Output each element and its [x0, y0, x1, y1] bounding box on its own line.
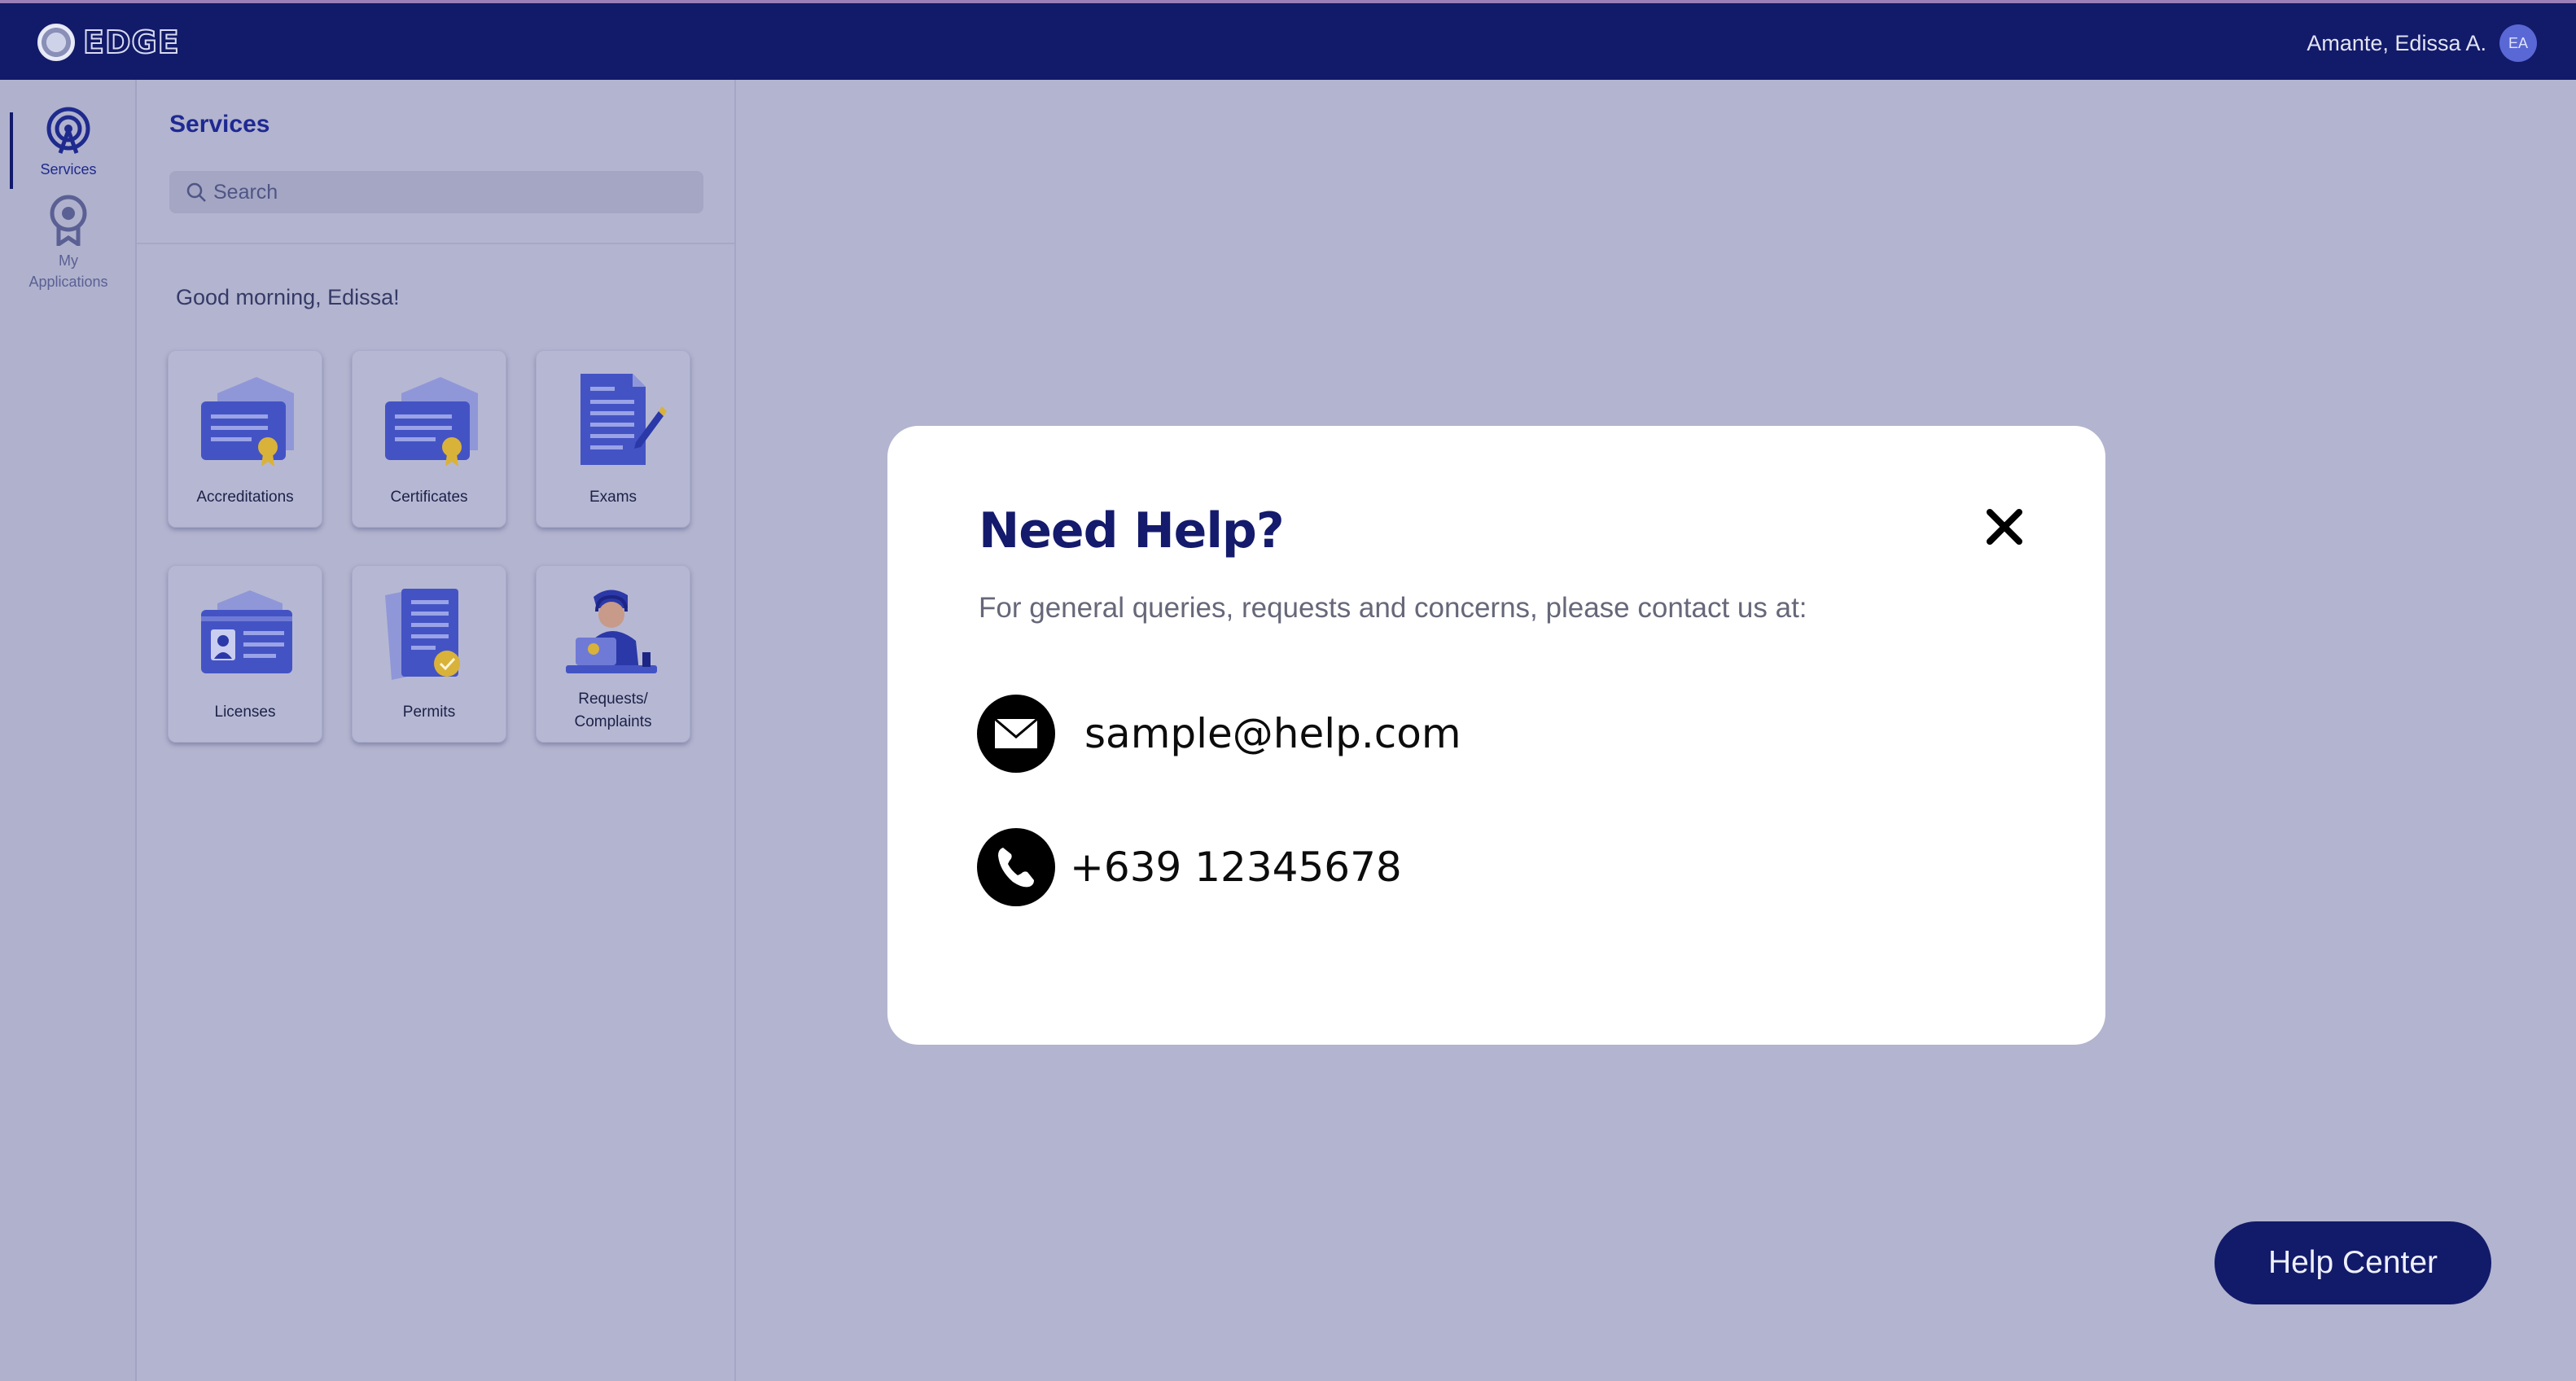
service-card-requests-complaints[interactable]: Requests/ Complaints — [536, 565, 690, 743]
service-card-exams[interactable]: Exams — [536, 350, 690, 528]
support-agent-icon — [566, 590, 657, 673]
card-label: Accreditations — [196, 489, 294, 506]
search-box[interactable] — [169, 171, 703, 213]
certificate-icon — [385, 377, 478, 467]
dialog-subtitle: For general queries, requests and concer… — [979, 592, 1807, 624]
search-input[interactable] — [212, 179, 695, 205]
phone-contact[interactable]: +639 12345678 — [977, 828, 1402, 906]
logo-text: EDGE — [82, 24, 180, 60]
app-logo[interactable]: EDGE — [37, 20, 180, 65]
rail-item-services[interactable]: Services — [0, 96, 137, 189]
card-label: Exams — [589, 489, 637, 506]
panel-title: Services — [169, 111, 270, 138]
search-icon — [186, 182, 206, 202]
broadcast-icon — [46, 107, 90, 154]
user-menu[interactable]: Amante, Edissa A. EA — [2307, 24, 2537, 62]
card-label: Permits — [402, 704, 456, 721]
divider — [137, 243, 734, 244]
service-card-permits[interactable]: Permits — [352, 565, 506, 743]
certificate-icon — [201, 377, 294, 467]
phone-icon — [977, 828, 1055, 906]
email-link[interactable]: sample@help.com — [1084, 710, 1461, 757]
card-label-line2: Complaints — [574, 713, 652, 730]
service-card-accreditations[interactable]: Accreditations — [168, 350, 322, 528]
permit-document-icon — [385, 589, 460, 680]
phone-number[interactable]: +639 12345678 — [1070, 844, 1402, 891]
rail-label-my: My — [59, 252, 78, 269]
help-center-button[interactable]: Help Center — [2215, 1221, 2491, 1304]
top-bar: EDGE Amante, Edissa A. EA — [0, 0, 2576, 80]
service-card-licenses[interactable]: Licenses — [168, 565, 322, 743]
exam-document-icon — [580, 374, 667, 465]
rail-item-my-applications[interactable]: My Applications — [0, 194, 137, 292]
rail-label-applications: Applications — [28, 274, 108, 290]
left-rail: Services My Applications — [0, 80, 137, 1381]
seal-icon — [37, 24, 75, 61]
services-panel: Services Good morning, Edissa! Accredita… — [137, 80, 736, 1381]
dialog-title: Need Help? — [979, 502, 1285, 559]
email-contact[interactable]: sample@help.com — [977, 695, 1461, 773]
help-dialog: Need Help? For general queries, requests… — [887, 426, 2105, 1045]
service-card-certificates[interactable]: Certificates — [352, 350, 506, 528]
license-card-icon — [201, 590, 292, 673]
card-label-line1: Requests/ — [578, 690, 648, 708]
close-icon[interactable] — [1978, 501, 2031, 553]
envelope-icon — [977, 695, 1055, 773]
card-label: Certificates — [390, 489, 468, 506]
card-label: Licenses — [214, 704, 276, 721]
award-badge-icon — [50, 195, 87, 248]
user-name: Amante, Edissa A. — [2307, 30, 2486, 55]
avatar[interactable]: EA — [2499, 24, 2537, 62]
greeting: Good morning, Edissa! — [176, 285, 400, 309]
rail-label-services: Services — [40, 161, 97, 178]
